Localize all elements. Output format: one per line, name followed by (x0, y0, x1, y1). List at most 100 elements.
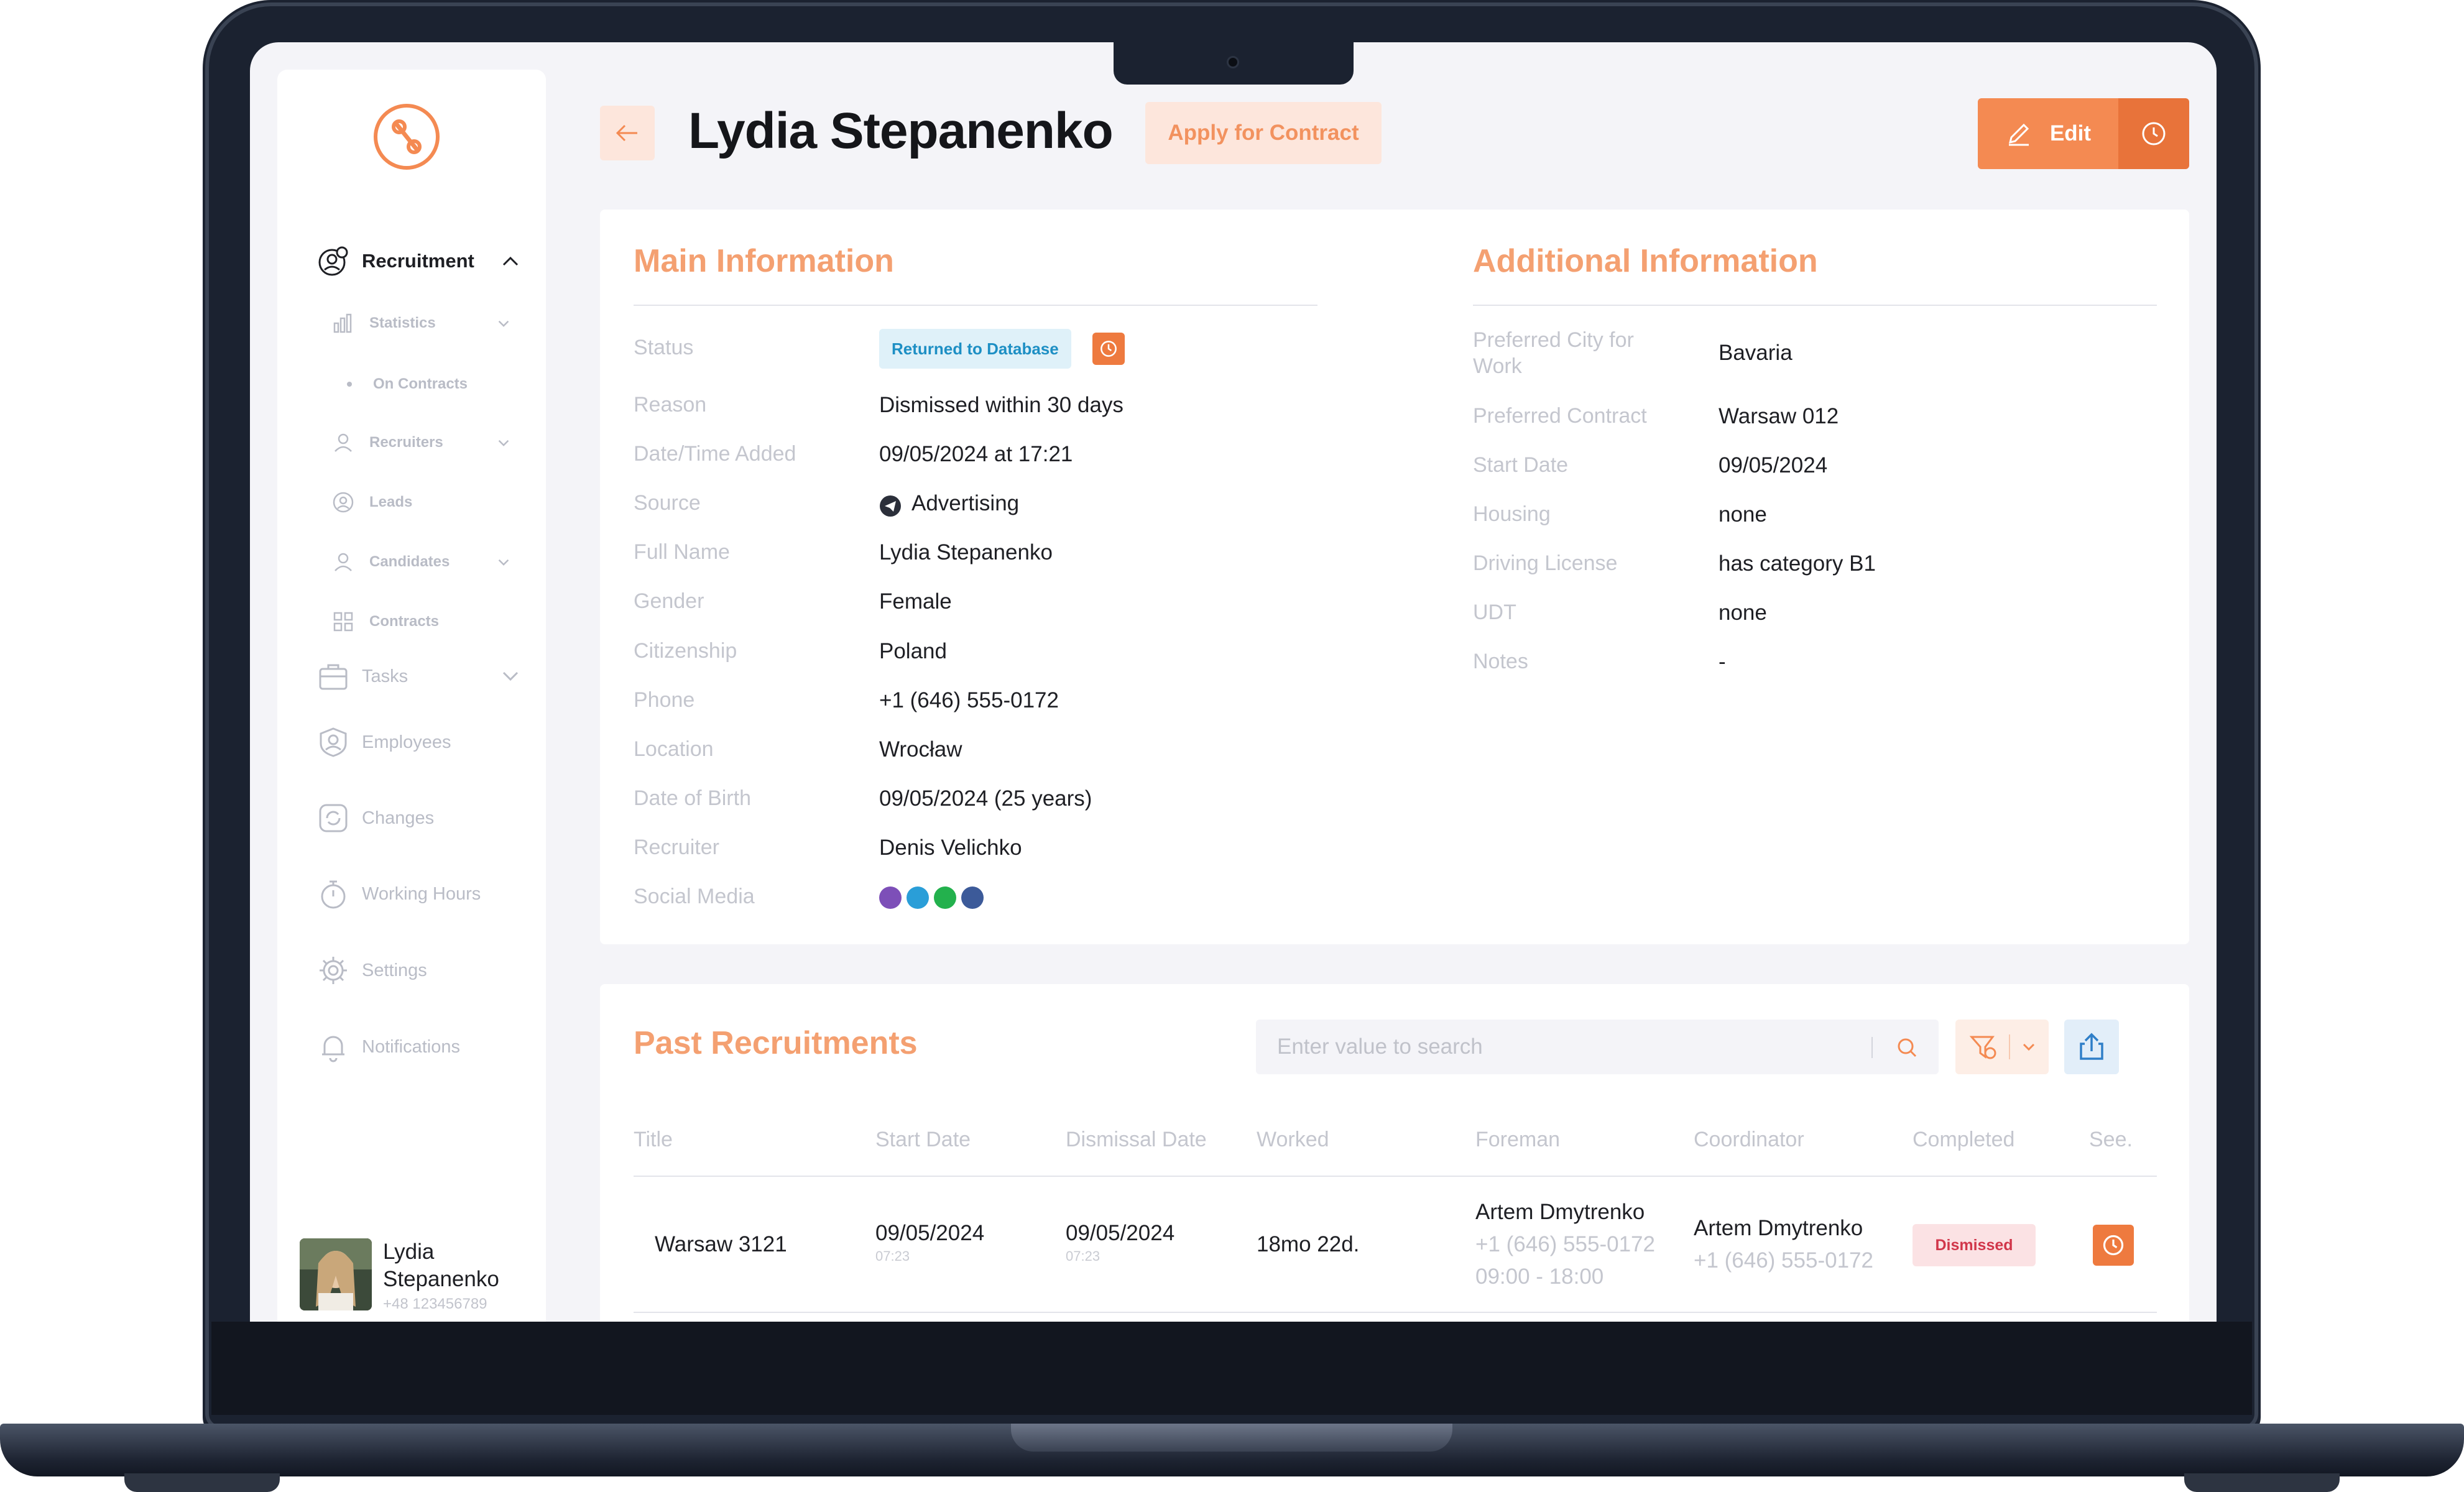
column-header-dismissal-date[interactable]: Dismissal Date (1066, 1128, 1207, 1152)
column-header-title[interactable]: Title (634, 1128, 673, 1152)
recruitment-icon (318, 246, 348, 276)
reason-label: Reason (634, 393, 707, 417)
phone-value: +1 (646) 555-0172 (879, 688, 1059, 712)
user-icon (335, 433, 352, 452)
location-label: Location (634, 737, 714, 761)
chevron-down-icon[interactable] (495, 553, 512, 571)
user-profile[interactable]: Lydia Stepanenko +48 123456789 (300, 1238, 499, 1313)
sidebar-item-tasks[interactable]: Tasks (317, 660, 408, 693)
sidebar-item-leads[interactable]: Leads (332, 491, 412, 513)
laptop-open-groove (1011, 1424, 1452, 1452)
profile-last-name: Stepanenko (383, 1267, 499, 1291)
row-history-button[interactable] (2093, 1225, 2134, 1266)
refresh-icon (319, 804, 348, 832)
recruiter-label: Recruiter (634, 836, 719, 859)
profile-first-name: Lydia (383, 1240, 435, 1264)
telegram-icon[interactable] (907, 886, 929, 909)
row-foreman-name: Artem Dmytrenko (1475, 1200, 1645, 1224)
sidebar-item-working-hours[interactable]: Working Hours (317, 878, 481, 910)
row-coordinator-phone: +1 (646) 555-0172 (1694, 1248, 1873, 1273)
share-icon (2080, 1033, 2103, 1060)
chevron-up-icon[interactable] (500, 251, 521, 272)
row-start-time: 07:23 (875, 1248, 910, 1264)
row-dismissal-time: 07:23 (1066, 1248, 1100, 1264)
search-box (1256, 1020, 1939, 1074)
laptop-foot-right (2184, 1473, 2340, 1492)
column-header-completed[interactable]: Completed (1913, 1128, 2014, 1152)
chevron-down-icon[interactable] (495, 434, 512, 451)
status-history-button[interactable] (1092, 333, 1125, 365)
filter-button[interactable] (1955, 1020, 2049, 1074)
sidebar-item-label: Leads (369, 494, 413, 510)
chevron-down-icon[interactable] (495, 315, 512, 332)
sidebar-item-recruitment[interactable]: Recruitment (317, 245, 474, 277)
sidebar-item-label: Recruitment (362, 250, 474, 272)
additional-info-divider (1473, 305, 2157, 306)
sidebar: Recruitment Statistics On Contracts Recr… (277, 70, 546, 1322)
sidebar-item-label: On Contracts (373, 375, 468, 392)
start-date-value: 09/05/2024 (1719, 453, 1828, 477)
citizenship-value: Poland (879, 639, 947, 663)
dob-value: 09/05/2024 (25 years) (879, 786, 1092, 811)
filter-separator (2009, 1034, 2010, 1059)
full-name-label: Full Name (634, 540, 730, 564)
phone-label: Phone (634, 688, 695, 712)
sidebar-item-candidates[interactable]: Candidates (332, 551, 450, 573)
sidebar-item-notifications[interactable]: Notifications (317, 1031, 460, 1063)
edit-button[interactable]: Edit (1978, 98, 2118, 169)
column-header-start-date[interactable]: Start Date (875, 1128, 971, 1152)
sidebar-item-settings[interactable]: Settings (317, 954, 427, 987)
sidebar-item-label: Changes (362, 808, 435, 828)
facebook-icon[interactable] (961, 886, 984, 909)
sidebar-item-label: Notifications (362, 1036, 460, 1057)
user-circle-icon (333, 492, 354, 513)
row-coordinator-name: Artem Dmytrenko (1694, 1216, 1863, 1240)
search-input[interactable] (1277, 1020, 1837, 1074)
stopwatch-icon (321, 880, 346, 909)
sidebar-item-changes[interactable]: Changes (317, 802, 434, 834)
sidebar-item-contracts[interactable]: Contracts (332, 610, 439, 633)
udt-value: none (1719, 601, 1767, 625)
completed-status-badge: Dismissed (1913, 1224, 2036, 1266)
main-info-title: Main Information (634, 243, 894, 279)
gender-label: Gender (634, 589, 704, 613)
column-header-see[interactable]: See. (2089, 1128, 2133, 1152)
sidebar-item-label: Candidates (369, 553, 450, 570)
social-media-label: Social Media (634, 885, 755, 908)
avatar-photo (300, 1238, 372, 1310)
udt-label: UDT (1473, 601, 1516, 624)
sidebar-item-label: Contracts (369, 613, 440, 630)
clock-icon (2103, 1235, 2124, 1256)
chevron-down-icon[interactable] (500, 665, 521, 686)
citizenship-label: Citizenship (634, 639, 737, 663)
sidebar-item-employees[interactable]: Employees (317, 726, 451, 758)
driving-license-label: Driving License (1473, 551, 1618, 575)
app-screen: Recruitment Statistics On Contracts Recr… (250, 42, 2217, 1322)
laptop-foot-left (124, 1473, 280, 1492)
laptop-bottom-bezel (211, 1322, 2252, 1415)
telegram-icon (880, 495, 901, 517)
filter-icon (1969, 1036, 1996, 1059)
row-dismissal-date: 09/05/2024 (1066, 1221, 1175, 1245)
sidebar-item-label: Settings (362, 960, 427, 980)
export-button[interactable] (2064, 1020, 2119, 1074)
history-button[interactable] (2118, 98, 2189, 169)
sidebar-item-on-contracts[interactable]: On Contracts (339, 375, 468, 393)
reason-value: Dismissed within 30 days (879, 393, 1124, 417)
back-button[interactable] (600, 106, 655, 160)
viber-icon[interactable] (879, 886, 902, 909)
sidebar-item-statistics[interactable]: Statistics (332, 312, 436, 334)
whatsapp-icon[interactable] (934, 886, 956, 909)
apply-for-contract-button[interactable]: Apply for Contract (1145, 102, 1382, 164)
dob-label: Date of Birth (634, 786, 751, 810)
column-header-foreman[interactable]: Foreman (1475, 1128, 1560, 1152)
status-label: Status (634, 336, 694, 359)
sidebar-item-recruiters[interactable]: Recruiters (332, 431, 443, 454)
gear-icon (320, 957, 347, 984)
edit-button-label: Edit (2049, 121, 2092, 145)
search-icon[interactable] (1895, 1036, 1919, 1059)
column-header-coordinator[interactable]: Coordinator (1694, 1128, 1804, 1152)
social-media-links (879, 886, 984, 909)
housing-label: Housing (1473, 502, 1551, 526)
column-header-worked[interactable]: Worked (1257, 1128, 1329, 1152)
